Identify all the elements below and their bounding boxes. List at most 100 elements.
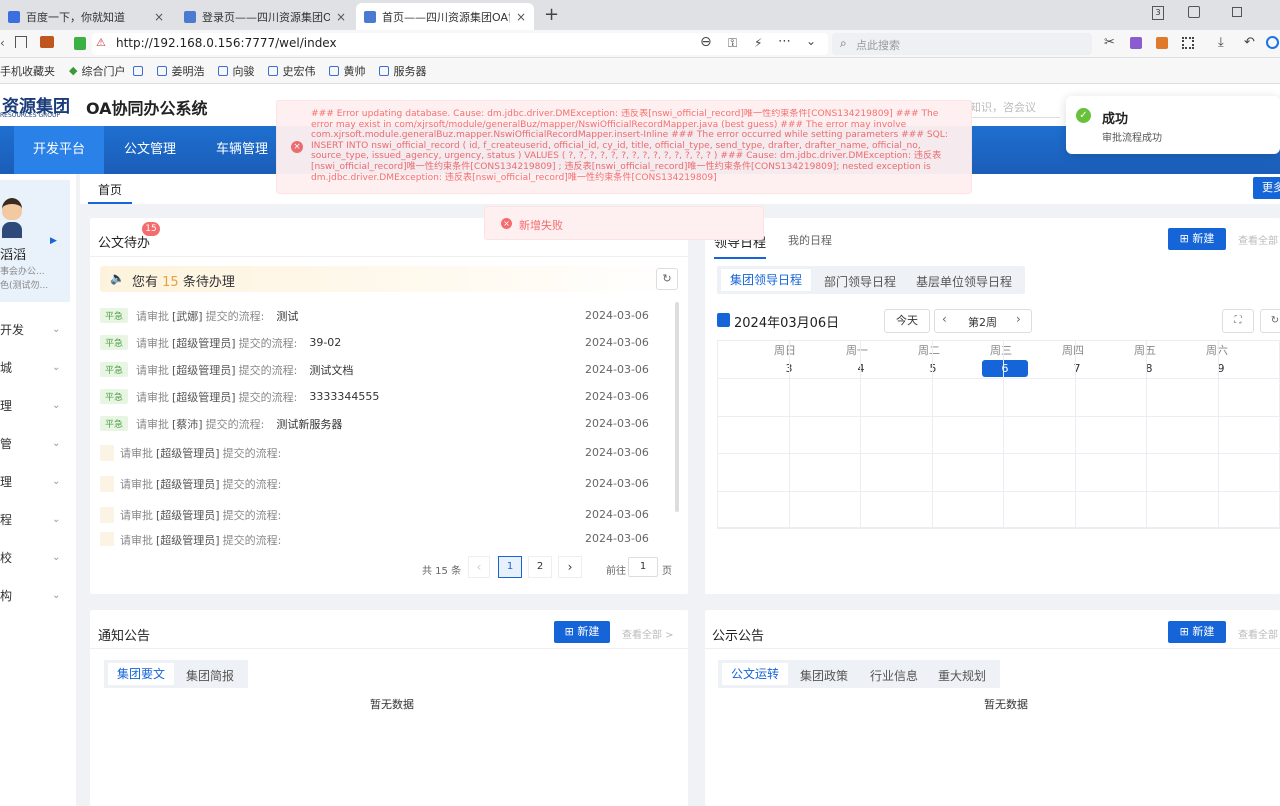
sidebar-menu-item[interactable]: 城 ⌄: [0, 348, 70, 388]
tab-home[interactable]: 首页: [88, 176, 133, 204]
tab-label: 百度一下，你就知道: [26, 10, 125, 24]
tab-label: 登录页——四川资源集团OA协同: [202, 10, 330, 24]
goto-page-input[interactable]: 1: [628, 557, 658, 577]
todo-row[interactable]: 请审批 [超级管理员] 提交的流程: 2024-03-06: [100, 439, 660, 466]
new-label: 新建: [577, 625, 600, 638]
row-submitter: [蔡沛]: [172, 417, 203, 431]
urgency-tag: 平急: [100, 362, 129, 377]
url-field[interactable]: ⚠ http://192.168.0.156:7777/wel/index ⊖ …: [74, 33, 828, 55]
subtab-group-policy[interactable]: 集团政策: [800, 667, 848, 684]
bookmark-item[interactable]: 服务器: [379, 63, 426, 79]
shirt-icon[interactable]: [1188, 6, 1200, 18]
tab-count-icon[interactable]: 3: [1152, 6, 1164, 20]
public-view-all-link[interactable]: 查看全部: [1238, 626, 1278, 641]
prev-page-icon[interactable]: ‹: [468, 556, 490, 578]
download-icon[interactable]: ⤓: [1218, 35, 1224, 50]
todo-count-badge: 15: [142, 222, 160, 236]
sidebar-menu-item[interactable]: 程 ⌄: [0, 500, 70, 540]
chevron-right-icon[interactable]: ▶: [50, 236, 57, 246]
browser-tab-active[interactable]: 首页——四川资源集团OA协同 ×: [356, 3, 534, 30]
subtab-group-brief[interactable]: 集团简报: [186, 667, 234, 684]
today-button[interactable]: 今天: [884, 309, 930, 333]
todo-row[interactable]: 平急 请审批 [超级管理员] 提交的流程: 39-02 2024-03-06: [100, 329, 660, 356]
bookmark-item[interactable]: 向骏: [218, 63, 254, 79]
grid-apps-icon[interactable]: [1182, 37, 1194, 49]
bookmark-item[interactable]: [133, 65, 144, 76]
bookmark-item[interactable]: ◆ 综合门户: [69, 63, 125, 79]
todo-row[interactable]: 请审批 [超级管理员] 提交的流程: 2024-03-06: [100, 501, 660, 528]
todo-row[interactable]: 平急 请审批 [超级管理员] 提交的流程: 3333344555 2024-03-06: [100, 383, 660, 410]
more-button[interactable]: 更多: [1253, 177, 1280, 199]
sidebar-menu-item[interactable]: 理 ⌄: [0, 386, 70, 426]
subtab-dept-leader[interactable]: 部门领导日程: [824, 273, 896, 290]
row-flow-label: 提交的流程:: [205, 309, 265, 323]
sidebar-menu-item[interactable]: 开发 ⌄: [0, 310, 70, 350]
scissors-icon[interactable]: ✂: [1104, 35, 1115, 50]
tab-close-icon[interactable]: ×: [154, 10, 164, 24]
schedule-new-button[interactable]: ⊞ 新建: [1168, 228, 1226, 250]
todo-row[interactable]: 请审批 [超级管理员] 提交的流程: 2024-03-06: [100, 532, 660, 546]
sidebar-menu-item[interactable]: 构 ⌄: [0, 576, 70, 616]
insecure-lock-icon[interactable]: ⚠: [96, 36, 106, 49]
prev-week-icon[interactable]: ‹: [942, 312, 947, 326]
bookmark-item[interactable]: 姜明浩: [157, 63, 204, 79]
sidebar-menu-item[interactable]: 校 ⌄: [0, 538, 70, 578]
lightning-icon[interactable]: ⚡: [754, 36, 762, 50]
row-flow-name: 测试: [276, 309, 299, 323]
browser-tab[interactable]: 百度一下，你就知道 ×: [0, 3, 172, 30]
subtab-industry-info[interactable]: 行业信息: [870, 667, 918, 684]
refresh-icon[interactable]: ↻: [1260, 309, 1280, 333]
subtab-unit-leader[interactable]: 基层单位领导日程: [916, 273, 1012, 290]
nav-dev-platform[interactable]: 开发平台: [14, 126, 105, 174]
row-submitter: [超级管理员]: [172, 390, 236, 404]
subtab-major-plan[interactable]: 重大规划: [938, 667, 986, 684]
notice-view-all-link[interactable]: 查看全部 >: [622, 626, 674, 641]
key-icon[interactable]: ⚿: [728, 36, 737, 51]
todo-row[interactable]: 平急 请审批 [超级管理员] 提交的流程: 测试文档 2024-03-06: [100, 356, 660, 383]
refresh-icon[interactable]: ↻: [656, 268, 678, 290]
tab-close-icon[interactable]: ×: [336, 10, 346, 24]
fullscreen-icon[interactable]: ⛶: [1222, 309, 1254, 333]
chevron-down-icon[interactable]: ⌄: [806, 34, 816, 48]
bookmark-item[interactable]: 手机收藏夹: [0, 63, 55, 79]
user-card[interactable]: ▶ 滔滔 事会办公... 色(测试勿...: [0, 180, 70, 302]
subtab-group-news[interactable]: 集团要文: [108, 663, 174, 685]
nav-vehicle-management[interactable]: 车辆管理: [204, 126, 280, 174]
header-search-input[interactable]: 知识，咨会议: [960, 96, 1060, 118]
page-2-button[interactable]: 2: [528, 556, 552, 578]
bookmark-item[interactable]: 史宏伟: [268, 63, 315, 79]
todo-row[interactable]: 平急 请审批 [武娜] 提交的流程: 测试 2024-03-06: [100, 302, 660, 329]
tab-close-icon[interactable]: ×: [516, 10, 526, 24]
schedule-view-all-link[interactable]: 查看全部: [1238, 232, 1278, 247]
browser-tab[interactable]: 登录页——四川资源集团OA协同 ×: [176, 3, 354, 30]
scrollbar[interactable]: [675, 302, 679, 512]
avatar: [2, 198, 22, 220]
subtab-group-leader[interactable]: 集团领导日程: [721, 269, 811, 291]
more-icon[interactable]: ⋯: [778, 34, 791, 49]
sidebar-menu-item[interactable]: 理 ⌄: [0, 462, 70, 502]
nav-document-management[interactable]: 公文管理: [112, 126, 188, 174]
todo-row[interactable]: 平急 请审批 [蔡沛] 提交的流程: 测试新服务器 2024-03-06: [100, 410, 660, 437]
new-tab-button[interactable]: +: [544, 4, 559, 25]
browser-search-input[interactable]: ⌕ 点此搜索: [832, 33, 1092, 55]
todo-row[interactable]: 请审批 [超级管理员] 提交的流程: 2024-03-06: [100, 470, 660, 497]
fox-extension-icon[interactable]: [1156, 37, 1168, 49]
edge-icon[interactable]: [1266, 36, 1279, 49]
page-1-button[interactable]: 1: [498, 556, 522, 578]
home-icon[interactable]: [15, 36, 27, 48]
extension-icon[interactable]: [1130, 37, 1142, 49]
bag-icon[interactable]: [40, 36, 54, 48]
url-text[interactable]: http://192.168.0.156:7777/wel/index: [116, 36, 337, 50]
sidebar-menu-item[interactable]: 管 ⌄: [0, 424, 70, 464]
next-week-icon[interactable]: ›: [1016, 312, 1021, 326]
zoom-icon[interactable]: ⊖: [700, 34, 712, 50]
restore-window-icon[interactable]: [1232, 7, 1242, 17]
public-new-button[interactable]: ⊞ 新建: [1168, 621, 1226, 643]
tab-my-schedule[interactable]: 我的日程: [788, 232, 832, 248]
subtab-doc-flow[interactable]: 公文运转: [722, 663, 788, 685]
undo-icon[interactable]: ↶: [1244, 35, 1255, 50]
back-icon[interactable]: ‹: [0, 36, 5, 50]
next-page-icon[interactable]: ›: [558, 556, 582, 578]
notice-new-button[interactable]: ⊞ 新建: [554, 621, 610, 643]
bookmark-item[interactable]: 黄帅: [329, 63, 365, 79]
